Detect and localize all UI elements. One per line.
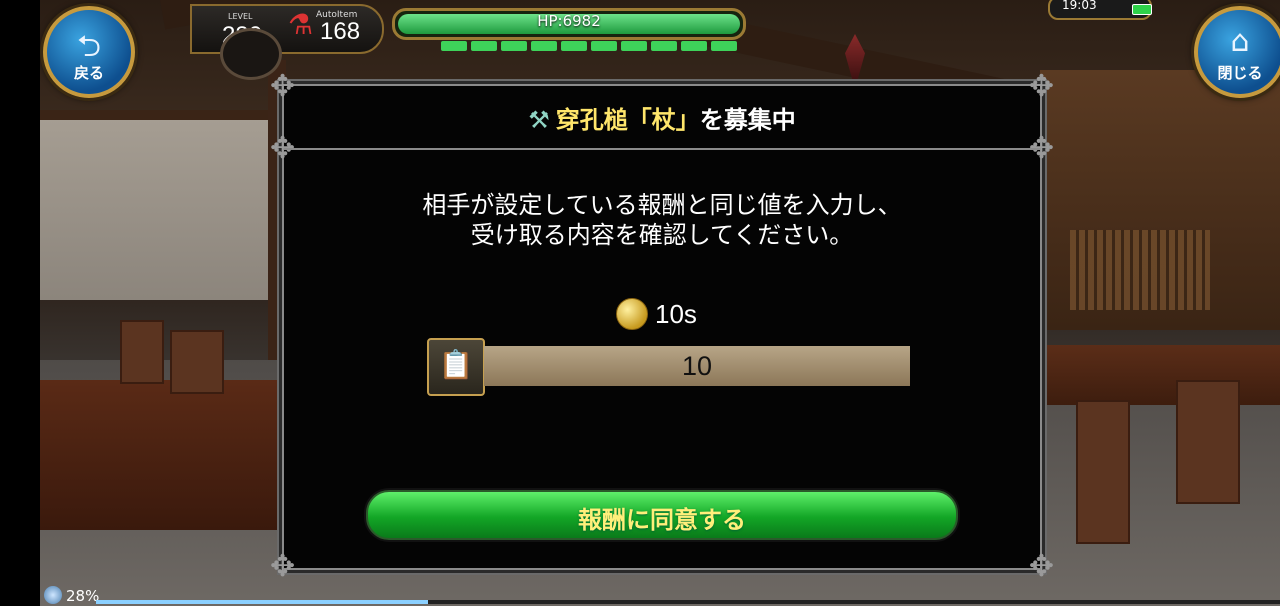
action-point-segment bbox=[501, 41, 527, 51]
hp-text: HP:6982 bbox=[537, 12, 601, 30]
reward-input-value: 10 bbox=[681, 351, 713, 381]
table bbox=[40, 380, 290, 530]
instruction-line-2: 受け取る内容を確認してください。 bbox=[470, 221, 854, 249]
potion-flask-icon: ⚗ bbox=[288, 8, 314, 41]
level-caption: LEVEL bbox=[228, 12, 253, 21]
download-progress-fill bbox=[96, 600, 428, 604]
action-point-segment bbox=[531, 41, 557, 51]
action-point-segment bbox=[471, 41, 497, 51]
wall-panel bbox=[40, 120, 270, 300]
instruction-line-1: 相手が設定している報酬と同じ値を入力し、 bbox=[422, 191, 902, 219]
corner-ornament-icon: ✥ bbox=[1028, 69, 1054, 104]
clock: 19:03 bbox=[1062, 0, 1097, 12]
back-button[interactable]: ⮌ 戻る bbox=[43, 6, 135, 98]
title-divider bbox=[284, 148, 1040, 150]
clipboard-icon: 📋 bbox=[438, 348, 474, 381]
input-button[interactable]: 📋 bbox=[427, 338, 485, 396]
corner-ornament-icon: ✥ bbox=[270, 549, 296, 584]
hp-bar: HP:6982 bbox=[392, 8, 746, 40]
action-point-segment bbox=[621, 41, 647, 51]
reward-value: 10s bbox=[655, 299, 697, 329]
instruction-text: 相手が設定している報酬と同じ値を入力し、 受け取る内容を確認してください。 bbox=[284, 190, 1040, 250]
dialog-title-item: 穿孔槌「杖」 bbox=[555, 106, 700, 134]
agree-reward-label: 報酬に同意する bbox=[578, 506, 746, 534]
download-icon bbox=[44, 586, 62, 604]
home-icon: ⌂ bbox=[1230, 24, 1250, 59]
download-percent: 28% bbox=[66, 587, 100, 605]
bottle-shelf bbox=[1070, 230, 1210, 310]
reward-input-field[interactable]: 10 bbox=[484, 346, 910, 386]
agree-reward-button[interactable]: 報酬に同意する bbox=[366, 490, 958, 540]
action-point-segment bbox=[561, 41, 587, 51]
download-progress-bar bbox=[96, 600, 1280, 604]
action-points-bar bbox=[441, 41, 737, 51]
action-point-segment bbox=[681, 41, 707, 51]
back-label: 戻る bbox=[73, 64, 104, 82]
action-point-segment bbox=[651, 41, 677, 51]
chair bbox=[120, 320, 164, 384]
hammer-icon: ⚒ bbox=[528, 106, 550, 134]
coin-icon bbox=[616, 298, 648, 330]
close-button[interactable]: ⌂ 閉じる bbox=[1194, 6, 1280, 98]
action-point-segment bbox=[591, 41, 617, 51]
action-point-segment bbox=[441, 41, 467, 51]
battery-icon bbox=[1132, 4, 1152, 15]
action-point-segment bbox=[711, 41, 737, 51]
autoitem-count: 168 bbox=[320, 18, 361, 45]
corner-ornament-icon: ✥ bbox=[270, 69, 296, 104]
dialog-title: ⚒ 穿孔槌「杖」を募集中 bbox=[284, 100, 1040, 135]
corner-ornament-icon: ✥ bbox=[1028, 549, 1054, 584]
close-label: 閉じる bbox=[1217, 64, 1263, 82]
chair bbox=[1176, 380, 1240, 504]
chair bbox=[1076, 400, 1130, 544]
chair bbox=[170, 330, 224, 394]
table bbox=[1040, 345, 1280, 405]
dialog-title-suffix: を募集中 bbox=[699, 106, 796, 134]
